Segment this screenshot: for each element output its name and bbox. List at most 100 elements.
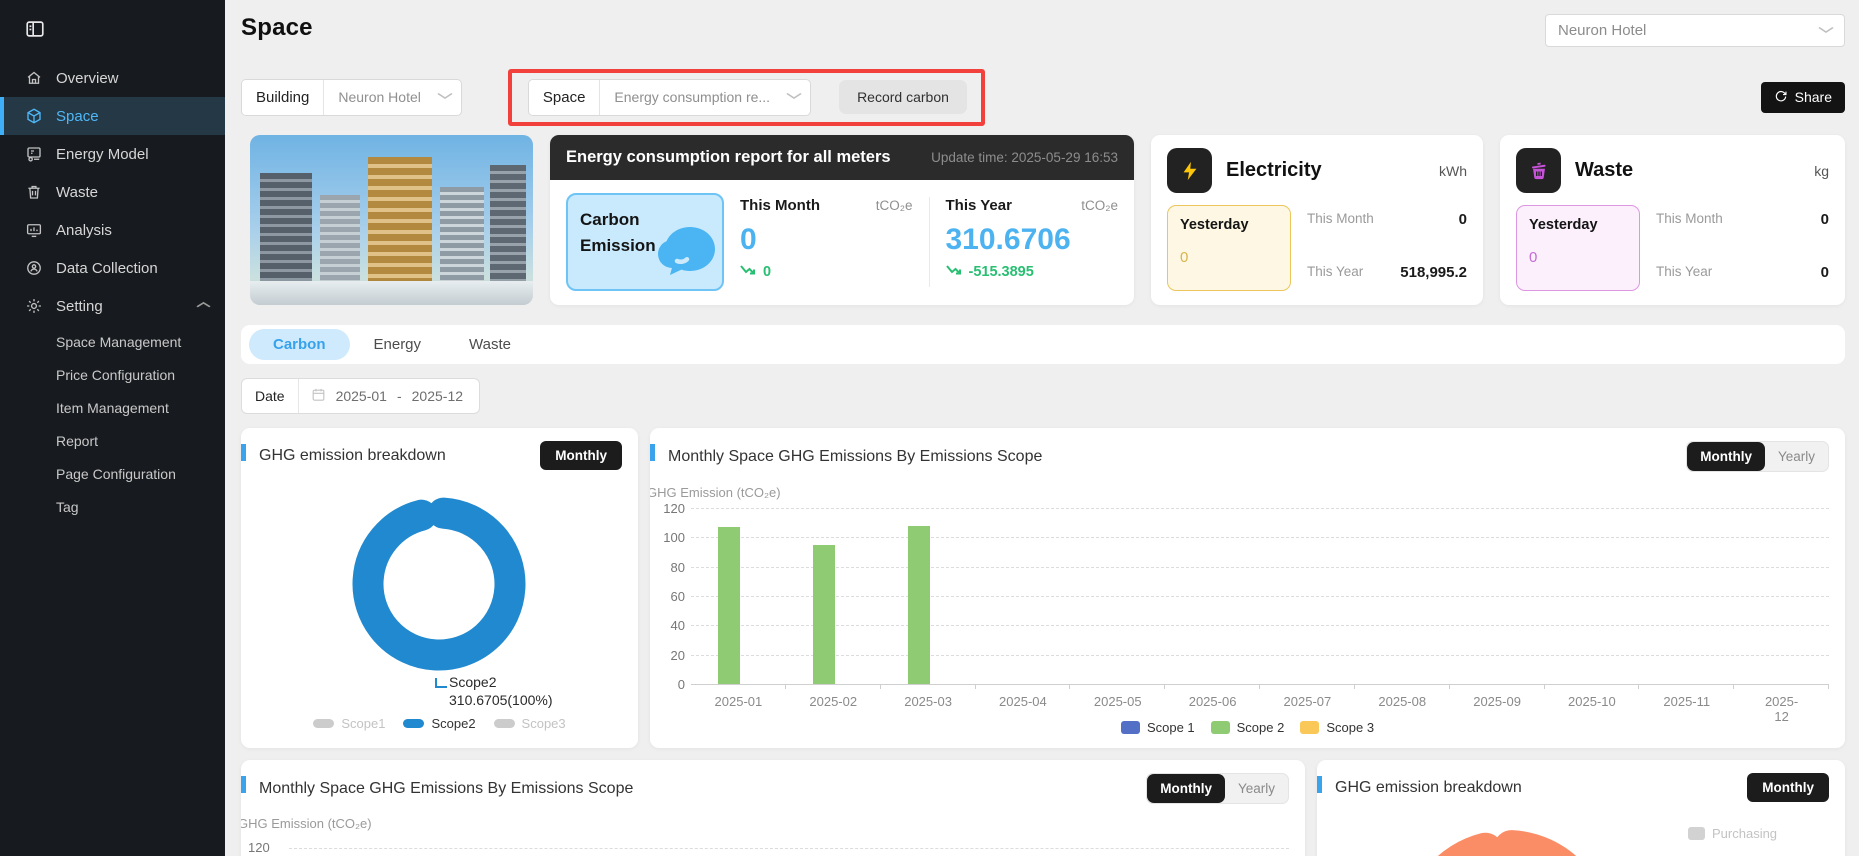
sidebar-item-report[interactable]: Report — [0, 424, 225, 457]
trend-down-icon — [946, 263, 963, 280]
share-icon — [1774, 89, 1788, 106]
report-title: Energy consumption report for all meters — [566, 148, 891, 167]
bar-chart-plot: 0204060801001202025-012025-022025-032025… — [691, 508, 1829, 684]
space-select[interactable]: Space Energy consumption re... — [528, 79, 811, 116]
trend-value: -515.3895 — [969, 264, 1034, 280]
stat-label: This Year — [946, 197, 1012, 214]
chevron-down-icon — [786, 91, 803, 103]
sidebar-item-space-management[interactable]: Space Management — [0, 325, 225, 358]
waste-bin-icon — [1516, 148, 1561, 193]
this-year-stat: This Year tCO₂e 310.6706 -515.3895 — [946, 193, 1119, 291]
y-axis-title: GHG Emission (tCO₂e) — [650, 485, 781, 500]
y-tick-label: 0 — [651, 677, 685, 692]
x-tick-label: 2025-01 — [715, 694, 763, 709]
sidebar-item-energy-model[interactable]: Energy Model — [0, 135, 225, 173]
gridline — [289, 848, 1289, 849]
chart-title: GHG emission breakdown — [1335, 779, 1522, 797]
tab-energy[interactable]: Energy — [350, 329, 446, 360]
share-button[interactable]: Share — [1761, 82, 1845, 113]
space-select-value: Energy consumption re... — [614, 89, 770, 105]
report-update-time: Update time: 2025-05-29 16:53 — [931, 150, 1118, 165]
legend-item-purchasing[interactable]: Purchasing — [1688, 826, 1777, 841]
x-tick — [1828, 684, 1829, 689]
legend-item-scope-1[interactable]: Scope 1 — [1121, 720, 1195, 735]
legend-item-scope1[interactable]: Scope1 — [313, 716, 385, 731]
ghg-breakdown-card: GHG emission breakdown Monthly Scope2 31… — [241, 428, 638, 748]
y-tick-label: 120 — [651, 501, 685, 516]
sidebar-item-space[interactable]: Space — [0, 97, 225, 135]
chart-title: GHG emission breakdown — [259, 447, 446, 465]
tab-carbon[interactable]: Carbon — [249, 329, 350, 360]
monthly-toggle-button[interactable]: Monthly — [1147, 774, 1225, 803]
yesterday-box: Yesterday 0 — [1167, 205, 1291, 291]
legend-item-scope-3[interactable]: Scope 3 — [1300, 720, 1374, 735]
energy-report-card: Energy consumption report for all meters… — [550, 135, 1134, 305]
label-connector — [435, 678, 447, 688]
energy-model-icon — [24, 144, 44, 164]
donut-legend: Scope1 Scope2 Scope3 — [241, 716, 638, 731]
category-tabs: Carbon Energy Waste — [241, 325, 1845, 364]
gridline — [691, 625, 1829, 626]
this-month-stat: This Month tCO₂e 0 0 — [740, 193, 913, 291]
chart-title: Monthly Space GHG Emissions By Emissions… — [668, 448, 1042, 466]
date-separator: - — [397, 388, 402, 404]
building-select[interactable]: Building Neuron Hotel — [241, 79, 462, 116]
gridline — [691, 596, 1829, 597]
date-range-picker[interactable]: Date 2025-01 - 2025-12 — [241, 378, 480, 414]
x-tick-label: 2025-11 — [1663, 694, 1710, 709]
gear-icon — [24, 296, 44, 316]
carbon-emission-tile[interactable]: Carbon Emission — [566, 193, 724, 291]
legend-item-scope2[interactable]: Scope2 — [403, 716, 475, 731]
sidebar-item-analysis[interactable]: Analysis — [0, 211, 225, 249]
sidebar-item-setting[interactable]: Setting — [0, 287, 225, 325]
sidebar-item-waste[interactable]: Waste — [0, 173, 225, 211]
yearly-toggle-button[interactable]: Yearly — [1765, 442, 1828, 471]
date-start[interactable]: 2025-01 — [336, 388, 387, 404]
monthly-button[interactable]: Monthly — [540, 441, 622, 470]
card-unit: kg — [1814, 163, 1829, 179]
stat-row: This Year0 — [1656, 264, 1829, 281]
y-tick-label: 120 — [248, 840, 270, 855]
yearly-toggle-button[interactable]: Yearly — [1225, 774, 1288, 803]
sidebar-item-label: Data Collection — [56, 260, 158, 277]
space-select-label: Space — [529, 80, 601, 115]
stat-value: 310.6706 — [946, 223, 1119, 257]
sidebar-item-label: Waste — [56, 184, 98, 201]
highlight-annotation-box: Space Energy consumption re... Record ca… — [508, 69, 985, 126]
date-end[interactable]: 2025-12 — [412, 388, 463, 404]
monthly-emissions-card: Monthly Space GHG Emissions By Emissions… — [650, 428, 1845, 748]
x-tick — [1638, 684, 1639, 689]
card-title: Electricity — [1226, 159, 1322, 182]
stat-unit: tCO₂e — [876, 198, 913, 213]
bar-2025-02 — [813, 545, 835, 684]
monthly-emissions-card-bottom: Monthly Space GHG Emissions By Emissions… — [241, 760, 1305, 856]
sidebar-collapse-icon[interactable] — [0, 12, 225, 59]
sidebar-item-page-configuration[interactable]: Page Configuration — [0, 457, 225, 490]
sidebar-item-item-management[interactable]: Item Management — [0, 391, 225, 424]
sidebar-item-data-collection[interactable]: Data Collection — [0, 249, 225, 287]
x-tick — [1354, 684, 1355, 689]
record-carbon-button[interactable]: Record carbon — [839, 80, 967, 114]
chat-bubble-icon — [646, 223, 720, 289]
legend-item-scope-2[interactable]: Scope 2 — [1211, 720, 1285, 735]
x-tick — [1259, 684, 1260, 689]
monthly-button[interactable]: Monthly — [1747, 773, 1829, 802]
sidebar-item-tag[interactable]: Tag — [0, 490, 225, 523]
sidebar-item-price-configuration[interactable]: Price Configuration — [0, 358, 225, 391]
tab-waste[interactable]: Waste — [445, 329, 535, 360]
card-title: Waste — [1575, 159, 1633, 182]
chevron-down-icon — [1818, 25, 1835, 37]
monthly-toggle-button[interactable]: Monthly — [1687, 442, 1765, 471]
gridline — [691, 567, 1829, 568]
legend-item-scope3[interactable]: Scope3 — [494, 716, 566, 731]
trend-value: 0 — [763, 264, 771, 280]
y-tick-label: 100 — [651, 530, 685, 545]
sidebar-item-overview[interactable]: Overview — [0, 59, 225, 97]
hotel-select[interactable]: Neuron Hotel — [1545, 14, 1845, 47]
electricity-card: Electricity kWh Yesterday 0 This Month0 … — [1151, 135, 1483, 305]
x-tick-label: 2025-07 — [1284, 694, 1332, 709]
date-label: Date — [242, 379, 299, 413]
stat-unit: tCO₂e — [1081, 198, 1118, 213]
page-title: Space — [241, 14, 313, 42]
chart-title: Monthly Space GHG Emissions By Emissions… — [259, 780, 633, 798]
